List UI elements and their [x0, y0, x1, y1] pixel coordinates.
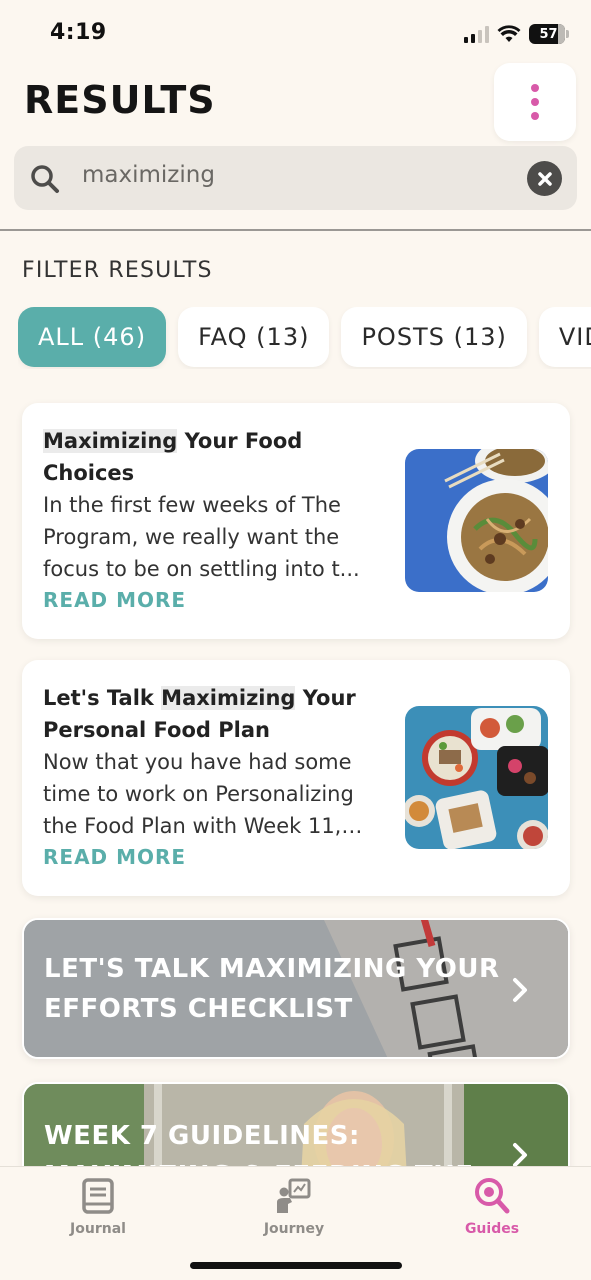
guides-search-icon	[475, 1178, 510, 1214]
tab-label: Journal	[70, 1221, 126, 1237]
filter-chip-videos[interactable]: VIDE	[538, 307, 591, 367]
result-excerpt: In the first few weeks of The Program, w…	[43, 493, 360, 581]
tab-guides[interactable]: Guides	[432, 1177, 552, 1237]
wifi-icon	[497, 25, 521, 42]
status-icons: 57	[464, 24, 569, 44]
tab-journal[interactable]: Journal	[38, 1177, 158, 1237]
journal-icon	[82, 1178, 114, 1214]
search-icon	[31, 165, 59, 193]
search-highlight: Maximizing	[43, 429, 178, 453]
noodle-bowl-image	[405, 449, 548, 592]
result-card-text: Let's Talk Maximizing Your Personal Food…	[43, 682, 383, 872]
search-highlight: Maximizing	[161, 686, 296, 710]
result-card-text: Maximizing Your Food Choices In the firs…	[43, 425, 383, 615]
filter-chips: ALL (46) FAQ (13) POSTS (13) VIDE	[18, 307, 591, 369]
result-card[interactable]: Let's Talk Maximizing Your Personal Food…	[22, 660, 570, 896]
meal-prep-image	[405, 706, 548, 849]
filter-chip-faq[interactable]: FAQ (13)	[178, 307, 330, 367]
more-options-button[interactable]	[494, 63, 576, 141]
result-thumbnail	[405, 449, 548, 592]
chevron-right-icon	[513, 978, 527, 1002]
battery-level: 57	[539, 26, 558, 42]
close-icon	[537, 171, 552, 186]
status-bar: 4:19 57	[0, 0, 591, 70]
result-excerpt: Now that you have had some time to work …	[43, 750, 354, 838]
checklist-banner[interactable]: LET'S TALK MAXIMIZING YOUR EFFORTS CHECK…	[22, 918, 570, 1059]
filter-heading: FILTER RESULTS	[22, 258, 213, 283]
result-card[interactable]: Maximizing Your Food Choices In the firs…	[22, 403, 570, 639]
result-title: Let's Talk Maximizing Your Personal Food…	[43, 686, 356, 742]
filter-chip-all[interactable]: ALL (46)	[18, 307, 167, 367]
search-bar[interactable]: maximizing	[14, 146, 577, 210]
search-input[interactable]: maximizing	[82, 162, 215, 188]
result-title: Maximizing Your Food Choices	[43, 429, 303, 485]
status-time: 4:19	[50, 20, 107, 45]
header-divider	[0, 229, 591, 231]
journey-icon	[277, 1178, 311, 1213]
cellular-signal-icon	[464, 25, 489, 43]
tab-journey[interactable]: Journey	[234, 1177, 354, 1237]
tab-label: Journey	[263, 1221, 325, 1237]
tab-label: Guides	[464, 1221, 520, 1237]
read-more-link[interactable]: READ MORE	[43, 842, 186, 872]
result-thumbnail	[405, 706, 548, 849]
read-more-link[interactable]: READ MORE	[43, 585, 186, 615]
banner-title: LET'S TALK MAXIMIZING YOUR EFFORTS CHECK…	[44, 954, 500, 1024]
filter-chip-posts[interactable]: POSTS (13)	[341, 307, 527, 367]
more-vertical-icon	[531, 84, 539, 92]
battery-icon: 57	[529, 24, 569, 44]
home-indicator	[190, 1262, 402, 1269]
page-title: RESULTS	[24, 78, 216, 122]
clear-search-button[interactable]	[527, 161, 562, 196]
